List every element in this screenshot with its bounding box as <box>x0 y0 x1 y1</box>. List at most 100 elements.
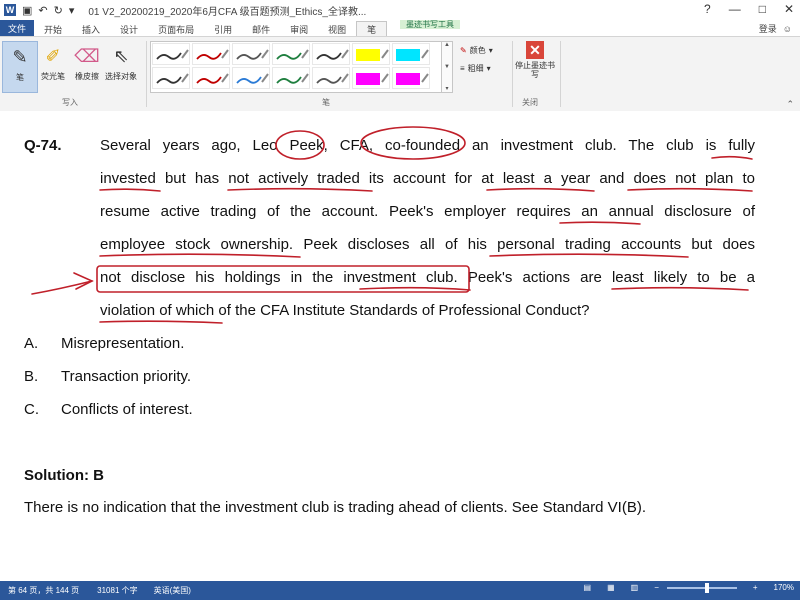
pen-swatch[interactable] <box>272 67 310 89</box>
select-objects-button[interactable]: ⇖ 选择对象 <box>104 41 138 91</box>
solution-title: Solution: B <box>24 467 104 484</box>
ink-underline-violation <box>99 320 223 324</box>
pen-swatch[interactable] <box>352 67 390 89</box>
question-line-6: violation of which of the CFA Institute … <box>100 302 590 319</box>
read-mode-icon[interactable]: ▤ <box>584 583 592 592</box>
pen-thickness-label: 粗细 <box>467 64 484 73</box>
page-count[interactable]: 第 64 页，共 144 页 <box>8 585 79 596</box>
word-app-icon: W <box>4 4 16 16</box>
close-button[interactable]: ✕ <box>784 2 794 16</box>
scroll-up-icon[interactable]: ▲ <box>444 42 450 48</box>
restore-button[interactable]: □ <box>759 2 766 16</box>
tab-references[interactable]: 引用 <box>204 22 242 36</box>
ink-underline-club <box>359 286 471 291</box>
pen-swatch[interactable] <box>192 67 230 89</box>
smiley-icon[interactable]: ☺ <box>783 24 792 34</box>
pen-swatch[interactable] <box>232 67 270 89</box>
stop-inking-button[interactable]: ✕ 停止墨迹书写 <box>515 41 555 91</box>
pen-icon: ✎ <box>12 46 28 67</box>
tab-design[interactable]: 设计 <box>110 22 148 36</box>
pen-swatch[interactable] <box>392 43 430 65</box>
zoom-in-icon[interactable]: + <box>753 583 758 592</box>
thickness-icon: ≡ <box>460 64 465 73</box>
tab-view[interactable]: 视图 <box>318 22 356 36</box>
collapse-ribbon-icon[interactable]: ⌃ <box>786 99 794 110</box>
minimize-button[interactable]: — <box>729 2 741 16</box>
print-layout-icon[interactable]: ▦ <box>607 583 615 592</box>
quick-access-toolbar: W ▣ ↶ ↻ ▾ <box>0 4 74 17</box>
pen-gallery-scroll[interactable]: ▲ ▼ ▾ <box>441 41 453 93</box>
ink-underline-annual <box>559 221 641 225</box>
ink-arrow-shaft <box>31 280 93 295</box>
tab-file[interactable]: 文件 <box>0 20 35 36</box>
option-a-letter: A. <box>24 335 39 352</box>
pen-swatch[interactable] <box>312 67 350 89</box>
pen-gallery <box>150 41 442 93</box>
tab-insert[interactable]: 插入 <box>72 22 110 36</box>
ribbon: ✎ 笔 ✐ 荧光笔 ⌫ 橡皮擦 ⇖ 选择对象 写入 ▲ ▼ ▾ ✎ 颜色 ▾ ≡… <box>0 36 800 112</box>
status-right: ▤ ▦ ▥ − + 170% <box>576 582 794 593</box>
ink-underline-not-actively <box>227 187 373 192</box>
ink-underline-invested <box>99 188 161 192</box>
group-divider <box>560 41 561 107</box>
tab-pens[interactable]: 笔 <box>356 21 388 36</box>
pen-swatch[interactable] <box>152 43 190 65</box>
eraser-icon: ⌫ <box>74 45 100 66</box>
redo-icon[interactable]: ↻ <box>54 4 63 17</box>
word-count[interactable]: 31081 个字 <box>97 585 137 596</box>
pen-color-button[interactable]: ✎ 颜色 ▾ <box>460 45 493 56</box>
highlighter-tool-label: 荧光笔 <box>41 72 65 81</box>
document-title: 01 V2_20200219_2020年6月CFA 级百题预测_Ethics_全… <box>88 6 367 18</box>
user-area: 登录 ☺ <box>759 22 792 35</box>
pen-swatch[interactable] <box>232 43 270 65</box>
pen-swatch[interactable] <box>152 67 190 89</box>
option-b-letter: B. <box>24 368 39 385</box>
select-cursor-icon: ⇖ <box>113 45 129 66</box>
question-line-3: resume active trading of the account. Pe… <box>100 203 755 220</box>
tab-review[interactable]: 审阅 <box>280 22 318 36</box>
ink-tools-context-label: 墨迹书写工具 <box>400 20 460 29</box>
tab-home[interactable]: 开始 <box>34 22 72 36</box>
window-controls: ? — □ ✕ <box>704 2 794 16</box>
option-c-text: Conflicts of interest. <box>61 401 193 418</box>
pen-tool-label: 笔 <box>16 73 24 82</box>
highlighter-tool-button[interactable]: ✐ 荧光笔 <box>36 41 70 91</box>
pen-swatch[interactable] <box>312 43 350 65</box>
zoom-slider-knob[interactable] <box>704 582 709 593</box>
chevron-down-icon: ▾ <box>488 46 493 55</box>
sign-in-link[interactable]: 登录 <box>759 22 777 35</box>
language-indicator[interactable]: 英语(美国) <box>154 585 191 596</box>
status-bar: 第 64 页，共 144 页 31081 个字 英语(美国) ▤ ▦ ▥ − +… <box>0 581 800 600</box>
stop-inking-icon: ✕ <box>526 41 544 59</box>
web-layout-icon[interactable]: ▥ <box>631 583 639 592</box>
tab-page-layout[interactable]: 页面布局 <box>148 22 204 36</box>
ink-underline-does-not <box>627 187 753 192</box>
pen-swatch[interactable] <box>272 43 310 65</box>
customize-dropdown-icon[interactable]: ▾ <box>69 4 75 17</box>
tab-mailings[interactable]: 邮件 <box>242 22 280 36</box>
gallery-more-icon[interactable]: ▾ <box>445 85 448 92</box>
document-page[interactable]: Q-74. Several years ago, Leo Peek, CFA, … <box>0 111 800 581</box>
ink-underline-personal <box>489 253 689 258</box>
solution-explanation: There is no indication that the investme… <box>24 499 647 516</box>
pen-swatch[interactable] <box>392 67 430 89</box>
group-label-write: 写入 <box>62 98 78 107</box>
question-number: Q-74. <box>24 137 62 154</box>
option-b-text: Transaction priority. <box>61 368 192 385</box>
pen-thickness-button[interactable]: ≡ 粗细 ▾ <box>460 63 491 74</box>
title-bar: W ▣ ↶ ↻ ▾ 01 V2_20200219_2020年6月CFA 级百题预… <box>0 0 800 20</box>
zoom-out-icon[interactable]: − <box>654 583 659 592</box>
save-icon[interactable]: ▣ <box>22 4 32 17</box>
stop-inking-label: 停止墨迹书写 <box>515 61 555 79</box>
pen-swatch[interactable] <box>192 43 230 65</box>
eraser-tool-button[interactable]: ⌫ 橡皮擦 <box>70 41 104 91</box>
zoom-level[interactable]: 170% <box>774 583 794 592</box>
help-button[interactable]: ? <box>704 2 711 16</box>
highlighter-icon: ✐ <box>45 45 61 66</box>
pen-color-icon: ✎ <box>460 46 467 55</box>
pen-swatch[interactable] <box>352 43 390 65</box>
pen-tool-button[interactable]: ✎ 笔 <box>2 41 38 93</box>
undo-icon[interactable]: ↶ <box>38 4 47 17</box>
scroll-down-icon[interactable]: ▼ <box>444 64 450 70</box>
zoom-slider[interactable] <box>666 582 737 593</box>
